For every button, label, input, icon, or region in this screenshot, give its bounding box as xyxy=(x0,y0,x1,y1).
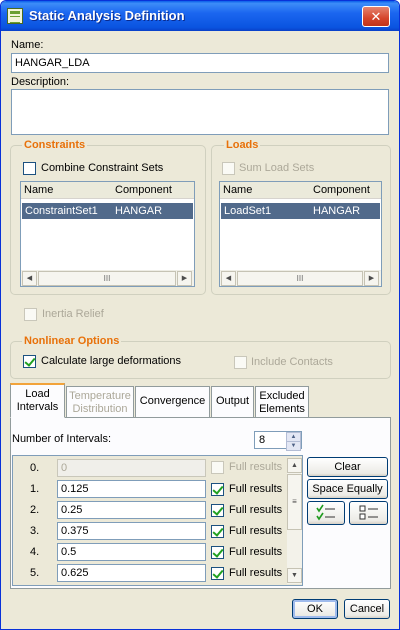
uncheck-all-icon xyxy=(359,505,378,520)
full-results-checkbox[interactable] xyxy=(211,504,224,517)
scroll-down-icon[interactable]: ▼ xyxy=(287,568,302,583)
number-of-intervals-label: Number of Intervals: xyxy=(12,433,112,445)
interval-value-input[interactable]: 0 xyxy=(57,459,206,477)
column-component-header[interactable]: Component xyxy=(115,182,172,198)
description-input[interactable] xyxy=(11,89,389,135)
scroll-left-icon[interactable]: ◀ xyxy=(22,271,37,286)
column-component-header[interactable]: Component xyxy=(313,182,370,198)
column-name-header[interactable]: Name xyxy=(223,182,252,198)
tab-label-line2: Distribution xyxy=(72,403,128,415)
interval-value-input[interactable]: 0.625 xyxy=(57,564,206,582)
full-results-label: Full results xyxy=(229,525,283,537)
interval-index: 1. xyxy=(30,483,40,495)
loads-list-header: Name Component xyxy=(220,182,381,199)
intervals-table: 0. 0 Full results 1. 0.125 Full results … xyxy=(12,455,303,586)
scroll-right-icon[interactable]: ▶ xyxy=(364,271,379,286)
number-of-intervals-value: 8 xyxy=(259,434,266,446)
spin-down-icon[interactable]: ▼ xyxy=(286,441,301,451)
constraints-list-header: Name Component xyxy=(21,182,194,199)
interval-index: 4. xyxy=(30,546,40,558)
inertia-relief-label: Inertia Relief xyxy=(42,308,104,320)
scroll-left-icon[interactable]: ◀ xyxy=(221,271,236,286)
loads-title: Loads xyxy=(224,139,261,151)
sum-load-sets-label: Sum Load Sets xyxy=(239,162,315,174)
uncheck-all-button[interactable] xyxy=(349,501,388,525)
tab-load-intervals[interactable]: Load Intervals xyxy=(10,383,65,418)
column-name-header[interactable]: Name xyxy=(24,182,53,198)
tab-label-line1: Temperature xyxy=(69,390,131,402)
clear-button[interactable]: Clear xyxy=(307,457,388,477)
constraint-name-cell: ConstraintSet1 xyxy=(25,205,98,217)
combine-constraint-sets-label: Combine Constraint Sets xyxy=(41,162,164,174)
ok-button[interactable]: OK xyxy=(292,599,338,619)
sum-load-sets-checkbox[interactable] xyxy=(222,162,235,175)
tab-label-line2: Intervals xyxy=(16,401,59,413)
tab-excluded-elements[interactable]: Excluded Elements xyxy=(255,386,309,417)
interval-index: 3. xyxy=(30,525,40,537)
tab-output[interactable]: Output xyxy=(211,386,254,417)
interval-value-input[interactable]: 0.125 xyxy=(57,480,206,498)
cancel-button[interactable]: Cancel xyxy=(344,599,390,619)
close-button[interactable]: ✕ xyxy=(362,6,390,27)
scroll-thumb[interactable]: ≡ xyxy=(287,474,302,530)
interval-value-input[interactable]: 0.5 xyxy=(57,543,206,561)
large-deformations-label: Calculate large deformations xyxy=(41,355,182,367)
check-all-icon xyxy=(316,504,335,521)
nonlinear-options-title: Nonlinear Options xyxy=(22,335,122,347)
interval-value-input[interactable]: 0.25 xyxy=(57,501,206,519)
tab-temperature-distribution[interactable]: Temperature Distribution xyxy=(66,386,134,417)
check-all-button[interactable] xyxy=(307,501,345,525)
space-equally-button[interactable]: Space Equally xyxy=(307,479,388,499)
load-component-cell: HANGAR xyxy=(313,205,361,217)
interval-value-input[interactable]: 0.375 xyxy=(57,522,206,540)
loads-row[interactable]: LoadSet1 HANGAR xyxy=(221,203,380,219)
static-analysis-dialog: Static Analysis Definition ✕ Name: HANGA… xyxy=(0,0,400,630)
full-results-checkbox[interactable] xyxy=(211,546,224,559)
tab-label-line1: Excluded xyxy=(259,390,305,402)
full-results-label: Full results xyxy=(229,567,283,579)
interval-index: 2. xyxy=(30,504,40,516)
intervals-vscrollbar[interactable]: ▲ ≡ ▼ xyxy=(287,458,302,584)
interval-index: 5. xyxy=(30,567,40,579)
app-icon xyxy=(7,8,23,24)
full-results-label: Full results xyxy=(229,546,283,558)
name-input[interactable]: HANGAR_LDA xyxy=(11,53,389,73)
loads-list[interactable]: Name Component LoadSet1 HANGAR ◀ III ▶ xyxy=(219,181,382,287)
tab-convergence[interactable]: Convergence xyxy=(135,386,210,417)
scroll-thumb[interactable]: III xyxy=(237,271,363,286)
full-results-checkbox[interactable] xyxy=(211,525,224,538)
scroll-right-icon[interactable]: ▶ xyxy=(177,271,192,286)
tab-label-line2: Elements xyxy=(259,403,305,415)
full-results-checkbox[interactable] xyxy=(211,567,224,580)
name-label: Name: xyxy=(11,39,44,51)
full-results-label: Full results xyxy=(229,461,283,473)
load-name-cell: LoadSet1 xyxy=(224,205,272,217)
constraint-component-cell: HANGAR xyxy=(115,205,163,217)
scroll-thumb[interactable]: III xyxy=(38,271,176,286)
scroll-up-icon[interactable]: ▲ xyxy=(287,458,302,473)
constraints-hscrollbar[interactable]: ◀ III ▶ xyxy=(21,270,194,286)
constraints-list[interactable]: Name Component ConstraintSet1 HANGAR ◀ I… xyxy=(20,181,195,287)
window-title: Static Analysis Definition xyxy=(29,8,185,23)
full-results-label: Full results xyxy=(229,504,283,516)
description-label: Description: xyxy=(11,76,70,88)
tab-label-line1: Load xyxy=(25,388,50,400)
constraints-row[interactable]: ConstraintSet1 HANGAR xyxy=(22,203,193,219)
inertia-relief-checkbox[interactable] xyxy=(24,308,37,321)
constraints-title: Constraints xyxy=(22,139,88,151)
loads-hscrollbar[interactable]: ◀ III ▶ xyxy=(220,270,381,286)
title-bar[interactable]: Static Analysis Definition ✕ xyxy=(1,1,399,31)
full-results-checkbox[interactable] xyxy=(211,483,224,496)
full-results-checkbox[interactable] xyxy=(211,461,224,474)
interval-index: 0. xyxy=(30,462,40,474)
combine-constraint-sets-checkbox[interactable] xyxy=(23,162,36,175)
include-contacts-label: Include Contacts xyxy=(251,356,333,368)
include-contacts-checkbox[interactable] xyxy=(234,356,247,369)
large-deformations-checkbox[interactable] xyxy=(23,355,36,368)
full-results-label: Full results xyxy=(229,483,283,495)
